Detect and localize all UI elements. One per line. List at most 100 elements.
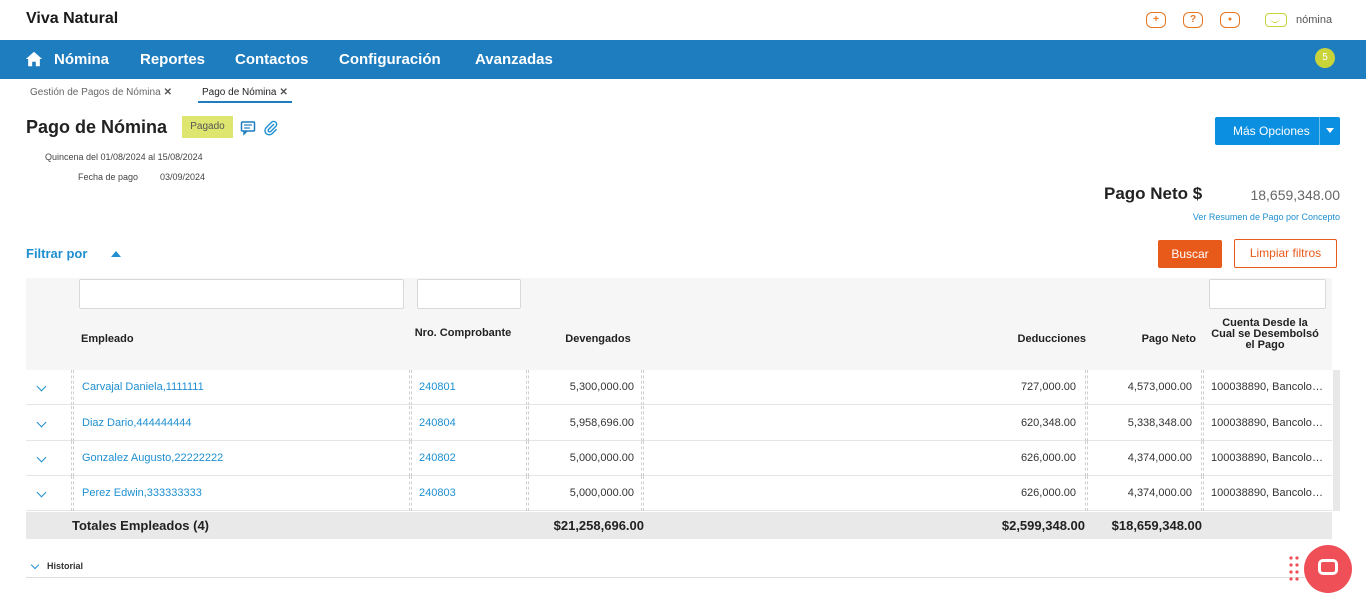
- product-name: nómina: [1296, 14, 1333, 26]
- close-icon[interactable]: ✕: [280, 87, 288, 98]
- account-cell: 100038890, Bancolombia: [1211, 452, 1329, 464]
- main-nav: Nómina Reportes Contactos Configuración …: [0, 40, 1366, 79]
- divider: [1085, 406, 1088, 441]
- divider: [526, 441, 529, 476]
- column-header-net[interactable]: Pago Neto: [1096, 334, 1196, 345]
- divider: [1085, 441, 1088, 476]
- voucher-link[interactable]: 240801: [419, 370, 519, 405]
- deductions-cell: 626,000.00: [1020, 487, 1076, 499]
- table-row[interactable]: Carvajal Daniela,1111111 240801 5,300,00…: [26, 370, 1332, 405]
- chevron-down-icon[interactable]: [36, 417, 47, 428]
- column-header-employee[interactable]: Empleado: [81, 334, 134, 345]
- net-cell: 5,338,348.00: [1127, 417, 1192, 429]
- employee-filter-input[interactable]: [79, 279, 404, 309]
- add-icon[interactable]: +: [1146, 12, 1166, 28]
- column-header-voucher[interactable]: Nro. Comprobante: [413, 328, 513, 339]
- caret-up-icon[interactable]: [111, 251, 121, 257]
- net-pay-label: Pago Neto $: [1104, 184, 1203, 203]
- divider: [526, 370, 529, 405]
- nav-item-contactos[interactable]: Contactos: [235, 51, 308, 68]
- deductions-cell: 620,348.00: [1020, 417, 1076, 429]
- totals-row: Totales Empleados (4) $21,258,696.00 $2,…: [26, 512, 1332, 539]
- status-badge: Pagado: [182, 116, 233, 138]
- employee-link[interactable]: Perez Edwin,333333333: [82, 476, 402, 511]
- table-header: Empleado Nro. Comprobante Devengados Ded…: [26, 278, 1332, 370]
- divider: [1201, 441, 1204, 476]
- account-cell: 100038890, Bancolombia: [1211, 381, 1329, 393]
- account-cell: 100038890, Bancolombia: [1211, 487, 1329, 499]
- clear-filters-button[interactable]: Limpiar filtros: [1234, 239, 1337, 268]
- nav-item-avanzadas[interactable]: Avanzadas: [475, 51, 553, 68]
- divider: [409, 476, 412, 511]
- net-cell: 4,374,000.00: [1127, 452, 1192, 464]
- search-button[interactable]: Buscar: [1158, 240, 1222, 268]
- divider: [409, 406, 412, 441]
- voucher-filter-input[interactable]: [417, 279, 521, 309]
- employee-link[interactable]: Carvajal Daniela,1111111: [82, 370, 402, 405]
- top-bar: Viva Natural + ? ● nómina: [0, 0, 1366, 40]
- help-icon[interactable]: ?: [1183, 12, 1203, 28]
- table-row[interactable]: Perez Edwin,333333333 240803 5,000,000.0…: [26, 476, 1332, 511]
- period-text: Quincena del 01/08/2024 al 15/08/2024: [45, 152, 203, 162]
- divider: [1319, 117, 1320, 145]
- deductions-cell: 626,000.00: [1020, 452, 1076, 464]
- page-title: Pago de Nómina: [26, 117, 168, 137]
- chat-icon: [1318, 559, 1338, 575]
- column-header-accrued[interactable]: Devengados: [548, 334, 648, 345]
- summary-link[interactable]: Ver Resumen de Pago por Concepto: [1193, 212, 1340, 222]
- table-row[interactable]: Diaz Dario,444444444 240804 5,958,696.00…: [26, 406, 1332, 441]
- attachment-icon[interactable]: [263, 120, 279, 136]
- nav-item-configuracion[interactable]: Configuración: [339, 51, 441, 68]
- chat-button[interactable]: [1304, 545, 1352, 593]
- table-scrollbar[interactable]: [1333, 370, 1340, 511]
- account-cell: 100038890, Bancolombia: [1211, 417, 1329, 429]
- tab-gestion-pagos[interactable]: Gestión de Pagos de Nómina ✕: [26, 86, 176, 103]
- tab-label: Pago de Nómina: [202, 87, 277, 98]
- accrued-cell: 5,000,000.00: [569, 452, 634, 464]
- more-options-button[interactable]: Más Opciones: [1215, 117, 1340, 145]
- net-cell: 4,573,000.00: [1127, 381, 1192, 393]
- deductions-cell: 727,000.00: [1020, 381, 1076, 393]
- divider: [71, 476, 74, 511]
- totals-label: Totales Empleados (4): [72, 518, 210, 533]
- home-icon[interactable]: [25, 50, 43, 68]
- notification-badge[interactable]: 5: [1315, 48, 1335, 68]
- drag-handle-icon[interactable]: [1289, 556, 1299, 582]
- account-filter-input[interactable]: [1209, 279, 1326, 309]
- divider: [71, 406, 74, 441]
- caret-down-icon[interactable]: [1326, 128, 1334, 133]
- column-header-account[interactable]: Cuenta Desde la Cual se Desembolsó el Pa…: [1211, 318, 1319, 351]
- nav-item-nomina[interactable]: Nómina: [54, 51, 109, 68]
- table-row[interactable]: Gonzalez Augusto,22222222 240802 5,000,0…: [26, 441, 1332, 476]
- filter-toggle[interactable]: Filtrar por: [26, 246, 87, 261]
- chevron-down-icon[interactable]: [36, 452, 47, 463]
- divider: [1201, 476, 1204, 511]
- divider: [641, 476, 644, 511]
- divider: [1085, 476, 1088, 511]
- divider: [1201, 370, 1204, 405]
- voucher-link[interactable]: 240804: [419, 406, 519, 441]
- accrued-cell: 5,300,000.00: [569, 381, 634, 393]
- chevron-down-icon[interactable]: [30, 560, 40, 570]
- divider: [641, 406, 644, 441]
- more-options-label: Más Opciones: [1233, 124, 1310, 138]
- voucher-link[interactable]: 240802: [419, 441, 519, 476]
- employee-link[interactable]: Gonzalez Augusto,22222222: [82, 441, 402, 476]
- employee-link[interactable]: Diaz Dario,444444444: [82, 406, 402, 441]
- history-section[interactable]: Historial: [26, 559, 1342, 578]
- chevron-down-icon[interactable]: [36, 381, 47, 392]
- user-icon[interactable]: ●: [1220, 12, 1240, 28]
- chevron-down-icon[interactable]: [36, 487, 47, 498]
- divider: [526, 476, 529, 511]
- totals-net: $18,659,348.00: [1111, 518, 1202, 533]
- column-header-deductions[interactable]: Deducciones: [986, 334, 1086, 345]
- tab-pago-nomina[interactable]: Pago de Nómina ✕: [198, 86, 292, 103]
- voucher-link[interactable]: 240803: [419, 476, 519, 511]
- divider: [641, 441, 644, 476]
- nav-item-reportes[interactable]: Reportes: [140, 51, 205, 68]
- comment-icon[interactable]: [240, 120, 256, 136]
- net-cell: 4,374,000.00: [1127, 487, 1192, 499]
- company-name: Viva Natural: [26, 10, 119, 27]
- close-icon[interactable]: ✕: [164, 87, 172, 98]
- divider: [409, 441, 412, 476]
